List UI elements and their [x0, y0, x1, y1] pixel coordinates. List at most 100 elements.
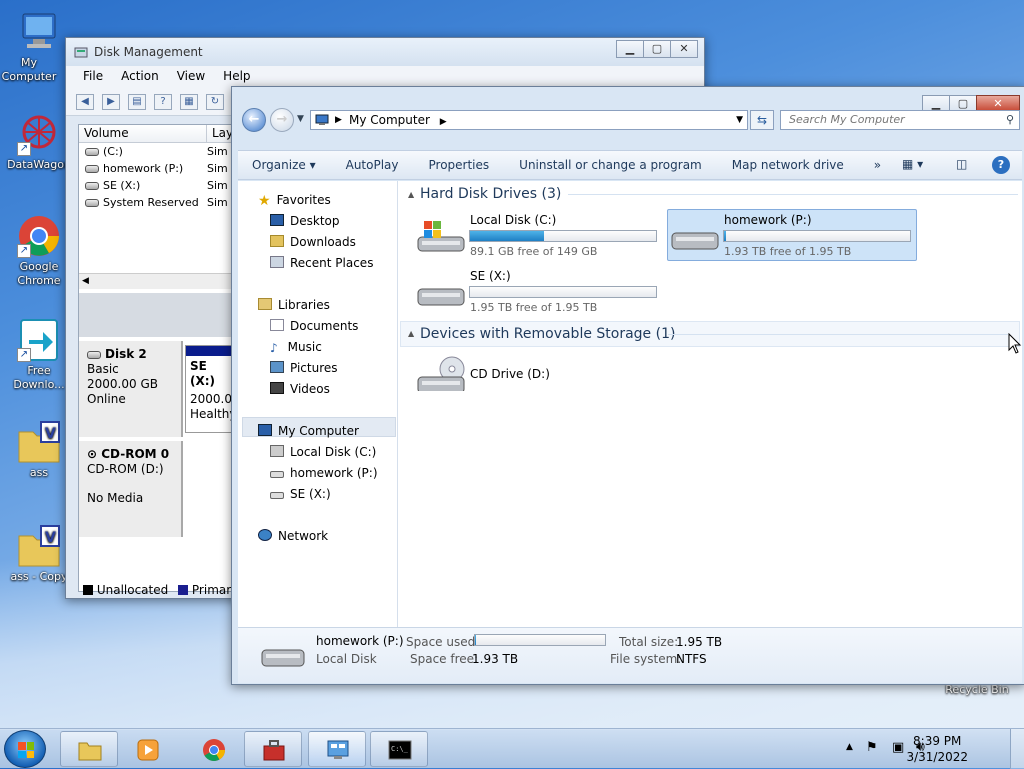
desktop-icon-ass[interactable]: V ass: [4, 420, 74, 480]
menu-action[interactable]: Action: [112, 66, 168, 88]
libraries-icon: [258, 298, 272, 310]
cdrom-icon: ⊙: [87, 447, 102, 461]
explorer-window[interactable]: ▁ ▢ ✕ ← → ▼ ▶ My Computer ▶ ▼ ⇆ Search M…: [231, 86, 1024, 685]
nav-recent-places[interactable]: Recent Places: [270, 256, 373, 270]
group-divider: [668, 334, 1008, 335]
usage-bar-x: [469, 286, 657, 298]
properties-button[interactable]: Properties: [429, 158, 490, 172]
back-icon[interactable]: ◀: [76, 93, 94, 110]
forward-icon[interactable]: ▶: [102, 93, 120, 110]
view-options-icon[interactable]: ▦ ▾: [902, 157, 923, 171]
forward-button[interactable]: →: [270, 108, 294, 132]
address-dropdown-icon[interactable]: ▼: [736, 111, 743, 129]
drive-free-text: 1.95 TB free of 1.95 TB: [470, 301, 598, 314]
nav-music[interactable]: ♪ Music: [270, 340, 322, 355]
menu-file[interactable]: File: [74, 66, 112, 88]
search-input[interactable]: Search My Computer ⚲: [780, 110, 1020, 130]
more-commands-button[interactable]: »: [874, 158, 881, 172]
volume-row[interactable]: System Reserved Sim: [79, 194, 237, 211]
drive-se-x[interactable]: SE (X:): [470, 269, 511, 283]
volume-row[interactable]: (C:) Sim: [79, 143, 237, 160]
system-clock[interactable]: 8:39 PM 3/31/2022: [906, 733, 968, 765]
group-hard-disk-drives[interactable]: Hard Disk Drives (3): [420, 183, 561, 205]
autoplay-button[interactable]: AutoPlay: [346, 158, 399, 172]
desktop-icon-ass-copy[interactable]: V ass - Copy: [4, 524, 74, 584]
map-network-drive-button[interactable]: Map network drive: [732, 158, 844, 172]
preview-pane-icon[interactable]: ◫: [956, 157, 967, 171]
group-removable-storage[interactable]: Devices with Removable Storage (1): [420, 323, 675, 345]
back-button[interactable]: ←: [242, 108, 266, 132]
taskbar-explorer[interactable]: [60, 731, 118, 767]
nav-libraries[interactable]: Libraries: [258, 298, 330, 312]
nav-local-disk-c[interactable]: Local Disk (C:): [270, 445, 376, 459]
nav-downloads[interactable]: Downloads: [270, 235, 356, 249]
disk-2-panel[interactable]: Disk 2 Basic 2000.00 GB Online: [79, 341, 183, 437]
breadcrumb[interactable]: My Computer: [349, 113, 430, 127]
show-hidden-icons-icon[interactable]: ▲: [846, 742, 853, 752]
desktop-icon-my-computer[interactable]: My Computer: [2, 10, 74, 84]
legend-unallocated-swatch: [83, 585, 93, 595]
address-bar[interactable]: ▶ My Computer ▶ ▼: [310, 110, 748, 130]
desktop-icon-recycle-bin[interactable]: Recycle Bin: [942, 683, 1012, 697]
menu-view[interactable]: View: [168, 66, 214, 88]
start-button[interactable]: [4, 730, 46, 768]
drive-icon: [671, 232, 719, 250]
refresh-button[interactable]: ⇆: [750, 110, 774, 130]
nav-my-computer[interactable]: My Computer: [258, 424, 359, 438]
uninstall-button[interactable]: Uninstall or change a program: [519, 158, 702, 172]
desktop-icon-free-download[interactable]: ↗ Free Downlo...: [4, 318, 74, 392]
command-prompt-icon: C:\_: [388, 740, 412, 760]
nav-videos[interactable]: Videos: [270, 382, 330, 396]
minimize-button[interactable]: ▁: [616, 40, 644, 58]
help-icon[interactable]: ?: [992, 156, 1010, 174]
nav-pictures[interactable]: Pictures: [270, 361, 338, 375]
nav-homework-p[interactable]: homework (P:): [270, 466, 378, 480]
drive-homework-p[interactable]: homework (P:): [724, 213, 812, 227]
desktop-icon-datawagon[interactable]: ↗ DataWagon: [4, 112, 74, 172]
volume-list: Volume Lay (C:) Sim homework (P:) Sim SE (…: [78, 124, 250, 597]
taskbar-media-player[interactable]: [118, 731, 176, 767]
nav-documents[interactable]: Documents: [270, 319, 358, 333]
taskbar: C:\_ ▲ ⚑ ▣ 🔊︎ 8:39 PM 3/31/2022: [0, 728, 1024, 769]
videos-icon: [270, 382, 284, 394]
help-icon[interactable]: ?: [154, 93, 172, 110]
drive-local-disk-c[interactable]: Local Disk (C:): [470, 213, 556, 227]
cdrom-panel[interactable]: ⊙ CD-ROM 0 CD-ROM (D:) No Media: [79, 441, 183, 537]
network-status-icon[interactable]: ▣: [892, 740, 904, 755]
splitter[interactable]: [79, 293, 237, 337]
taskbar-toolbox[interactable]: [244, 731, 302, 767]
volume-row[interactable]: SE (X:) Sim: [79, 177, 237, 194]
drive-icon: [270, 471, 284, 478]
nav-se-x[interactable]: SE (X:): [270, 487, 331, 501]
list-view-icon[interactable]: ▤: [128, 93, 146, 110]
close-button[interactable]: ✕: [670, 40, 698, 58]
column-volume[interactable]: Volume: [79, 125, 207, 142]
action-center-icon[interactable]: ⚑: [866, 740, 878, 755]
nav-desktop[interactable]: Desktop: [270, 214, 340, 228]
refresh-icon[interactable]: ↻: [206, 93, 224, 110]
taskbar-chrome[interactable]: [184, 731, 242, 767]
nav-favorites[interactable]: ★ Favorites: [258, 193, 331, 209]
title-bar[interactable]: Disk Management ▁ ▢ ✕: [66, 38, 704, 66]
drive-cd-d[interactable]: CD Drive (D:): [470, 367, 550, 381]
breadcrumb-chevron-icon: ▶: [335, 115, 342, 125]
taskbar-disk-management[interactable]: [308, 731, 366, 767]
properties-icon[interactable]: ▦: [180, 93, 198, 110]
volume-row[interactable]: homework (P:) Sim: [79, 160, 237, 177]
maximize-button[interactable]: ▢: [643, 40, 671, 58]
computer-icon: [17, 10, 61, 54]
column-header: Volume Lay: [79, 125, 237, 143]
horizontal-scrollbar[interactable]: ◀: [79, 273, 237, 289]
recent-pages-chevron-icon[interactable]: ▼: [297, 114, 304, 124]
collapse-removable-group-icon[interactable]: ▲: [408, 329, 414, 338]
taskbar-command-prompt[interactable]: C:\_: [370, 731, 428, 767]
collapse-hdd-group-icon[interactable]: ▲: [408, 190, 414, 199]
navigation-bar: ← → ▼ ▶ My Computer ▶ ▼ ⇆ Search My Comp…: [232, 103, 1024, 137]
search-icon[interactable]: ⚲: [1006, 111, 1014, 129]
nav-network[interactable]: Network: [258, 529, 328, 543]
group-divider: [568, 194, 1018, 195]
show-desktop-button[interactable]: [1010, 729, 1024, 769]
organize-button[interactable]: Organize ▾: [252, 158, 316, 172]
menu-help[interactable]: Help: [214, 66, 259, 88]
desktop-icon-google-chrome[interactable]: ↗ Google Chrome: [4, 214, 74, 288]
